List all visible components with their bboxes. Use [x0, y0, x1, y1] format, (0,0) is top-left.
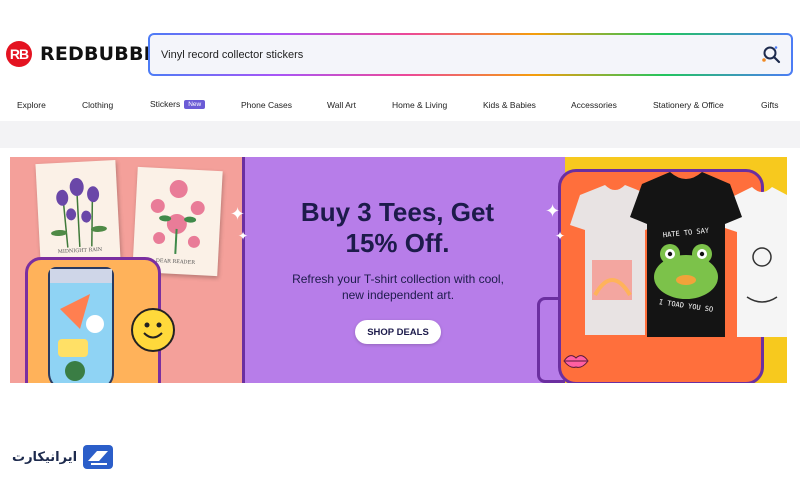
sparkle-icon: ✦ — [238, 229, 249, 243]
category-nav: Explore Clothing Stickers New Phone Case… — [0, 96, 800, 118]
search-icon[interactable] — [761, 45, 781, 65]
headline-line: 15% Off. — [345, 228, 450, 258]
nav-item-label: Wall Art — [327, 100, 356, 110]
smiley-sticker-icon — [131, 308, 175, 352]
nav-item-label: Stickers — [150, 99, 181, 109]
sparkle-icon: ✦ — [555, 229, 566, 243]
nav-item-phone-cases[interactable]: Phone Cases — [241, 100, 292, 110]
nav-item-stationery-office[interactable]: Stationery & Office — [653, 100, 724, 110]
nav-item-gifts[interactable]: Gifts — [761, 100, 778, 110]
shop-deals-button[interactable]: SHOP DEALS — [355, 320, 441, 344]
brand-logo[interactable]: RB REDBUBBLE — [6, 41, 169, 67]
nav-item-label: Kids & Babies — [483, 100, 536, 110]
nav-item-label: Clothing — [82, 100, 114, 110]
nav-item-clothing[interactable]: Clothing — [82, 100, 113, 110]
site-header: RB REDBUBBLE — [0, 0, 800, 90]
nav-item-wall-art[interactable]: Wall Art — [327, 100, 356, 110]
nav-item-label: Explore — [17, 100, 46, 110]
nav-item-label: Phone Cases — [241, 100, 293, 110]
banner-subline: Refresh your T-shirt collection with coo… — [260, 271, 536, 303]
headline-line: Buy 3 Tees, Get — [300, 197, 495, 227]
sparkle-icon: ✦ — [230, 204, 246, 224]
nav-item-stickers[interactable]: Stickers New — [150, 99, 206, 109]
banner-headline: Buy 3 Tees, Get 15% Off. — [255, 197, 540, 259]
sparkle-icon: ✦ — [545, 201, 561, 221]
lips-sticker-icon — [562, 352, 590, 375]
nav-item-label: Accessories — [571, 100, 617, 110]
search-bar — [148, 33, 793, 76]
new-badge: New — [184, 99, 206, 109]
nav-item-home-living[interactable]: Home & Living — [392, 100, 447, 110]
nav-item-label: Stationery & Office — [653, 100, 724, 110]
hero-banner[interactable]: MIDNIGHT RAIN DEAR READER ✦ ✦ Buy 3 Tees… — [10, 157, 787, 383]
nav-item-accessories[interactable]: Accessories — [571, 100, 617, 110]
tshirt-image-frog: HATE TO SAY I TOAD YOU SO — [630, 172, 742, 342]
subline-line: new independent art. — [341, 288, 455, 302]
nav-item-label: Gifts — [761, 100, 779, 110]
subline-line: Refresh your T-shirt collection with coo… — [292, 272, 504, 286]
watermark: ایرانیکارت — [12, 445, 114, 469]
sticker-tumbler-image — [48, 249, 114, 383]
nav-item-kids-babies[interactable]: Kids & Babies — [483, 100, 536, 110]
redbubble-logo-icon: RB — [6, 41, 32, 67]
promo-strip — [0, 121, 800, 148]
nav-item-explore[interactable]: Explore — [17, 100, 46, 110]
banner-divider — [242, 157, 245, 383]
search-input[interactable] — [150, 35, 791, 74]
watermark-logo-icon — [83, 445, 114, 469]
watermark-text: ایرانیکارت — [12, 449, 78, 465]
wall-art-poster: MIDNIGHT RAIN — [35, 159, 121, 265]
nav-item-label: Home & Living — [392, 100, 448, 110]
search-field-wrapper — [150, 35, 791, 74]
